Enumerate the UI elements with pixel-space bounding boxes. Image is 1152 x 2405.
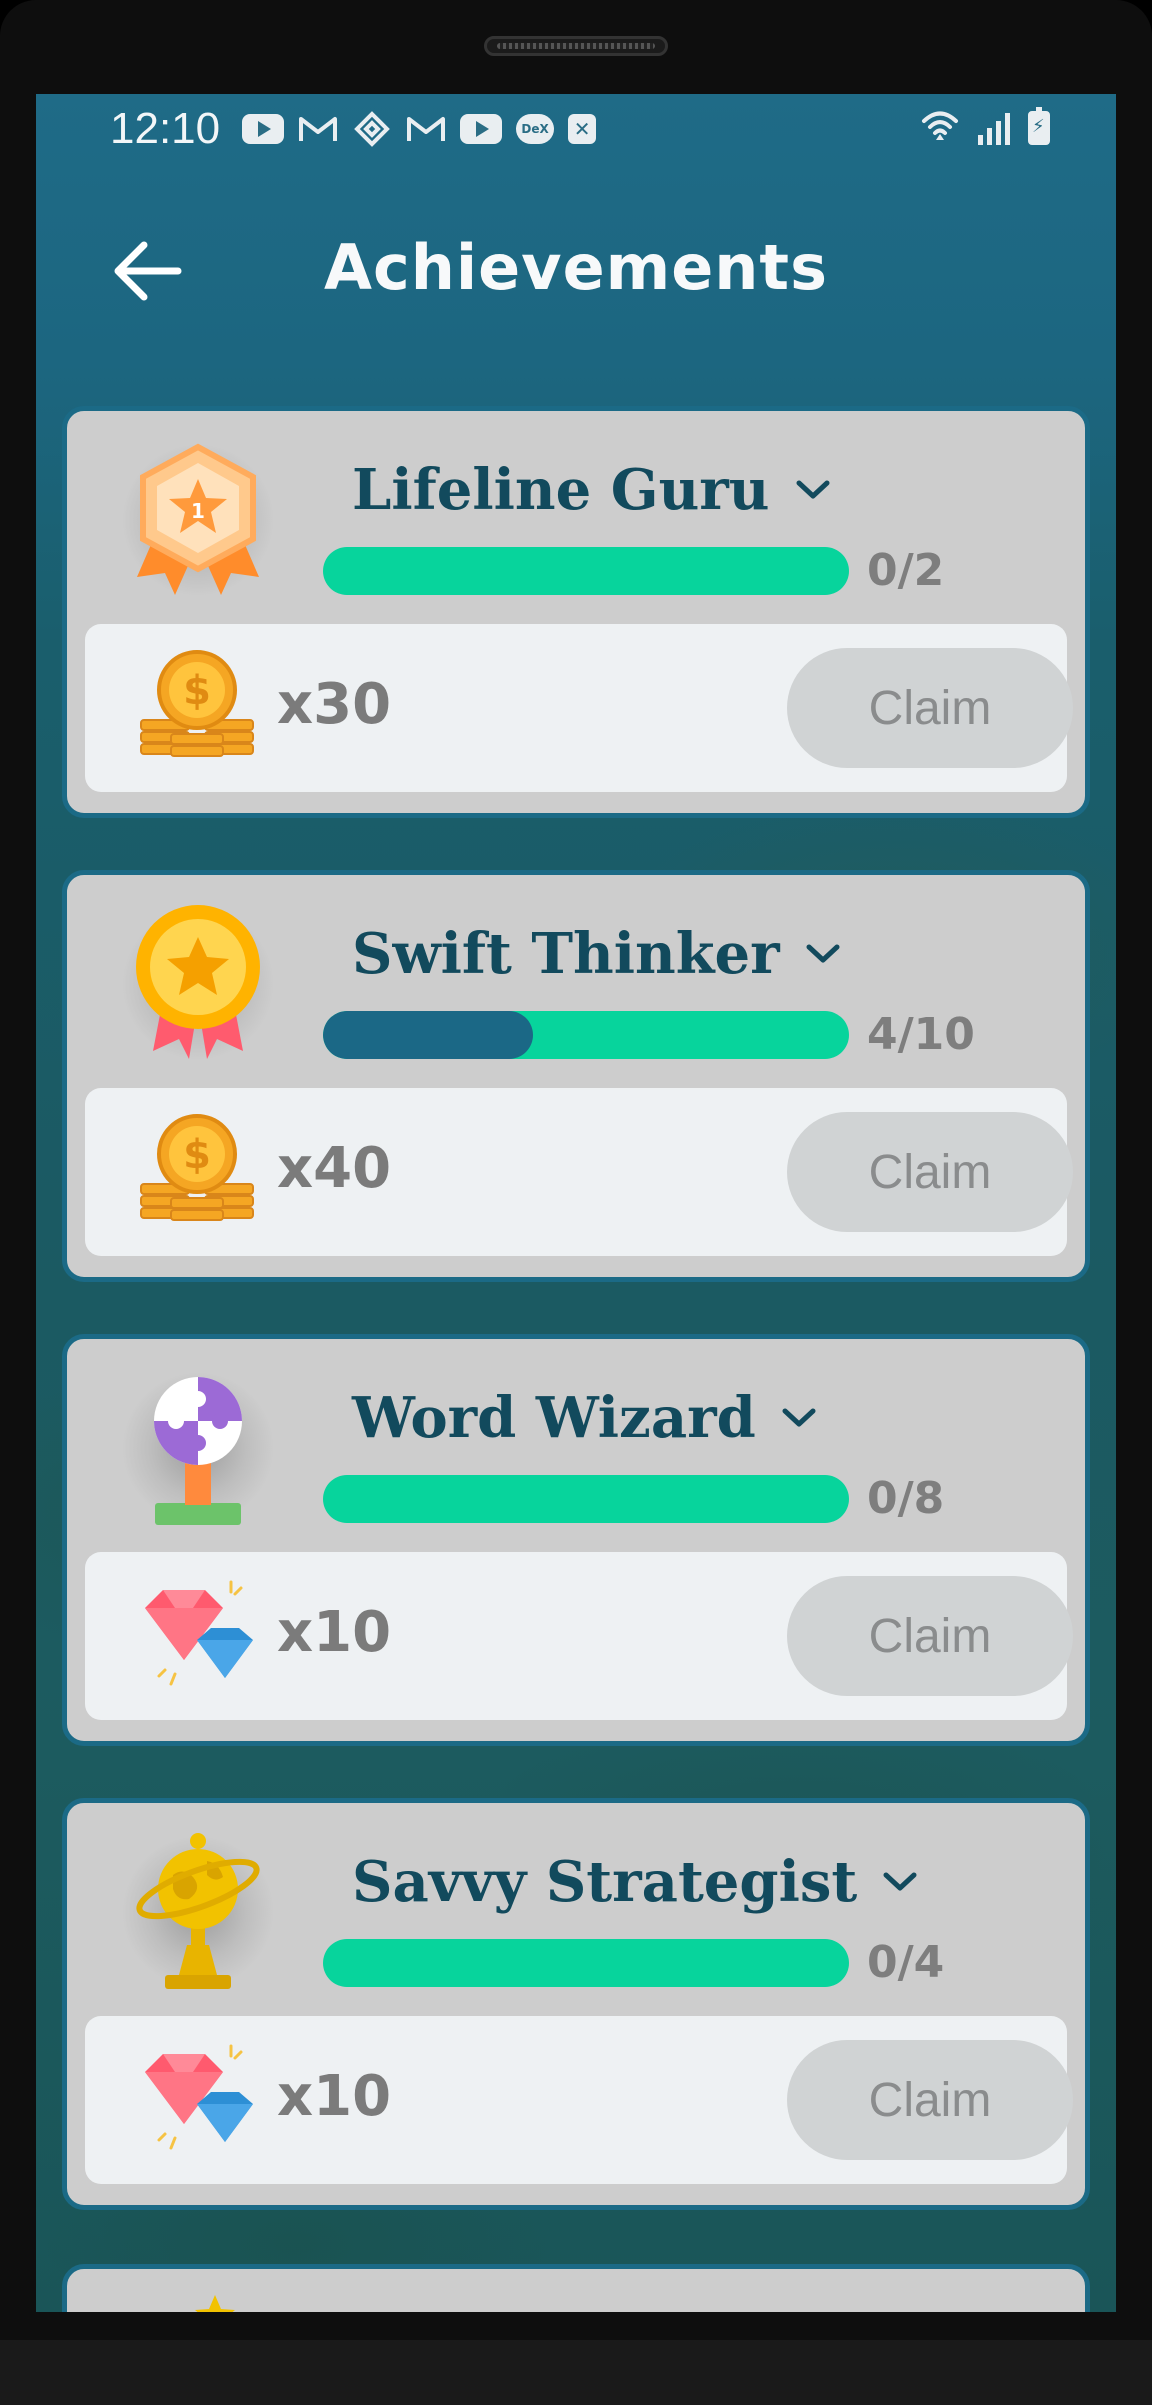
dex-icon: DeX xyxy=(516,114,555,144)
claim-button[interactable]: Claim xyxy=(787,1112,1073,1232)
achievement-name[interactable]: Lifeline Guru xyxy=(352,457,830,523)
achievement-card xyxy=(62,2264,1090,2312)
achievement-card: 1 Lifeline Guru 0/2 $ x30 Claim xyxy=(62,406,1090,818)
puzzle-trophy-icon xyxy=(123,1363,273,1533)
progress-text: 0/8 xyxy=(867,1473,945,1524)
status-bar: 12:10 DeX ✕ xyxy=(36,94,1116,164)
achievement-header: Savvy Strategist 0/4 xyxy=(67,1803,1085,2018)
claim-button[interactable]: Claim xyxy=(787,1576,1073,1696)
gold-medal-icon xyxy=(123,899,273,1069)
svg-text:$: $ xyxy=(183,668,211,714)
battery-icon xyxy=(1028,107,1050,145)
wifi-icon xyxy=(920,106,960,150)
page-title: Achievements xyxy=(324,231,828,304)
chevron-down-icon xyxy=(806,944,840,963)
achievement-title: Savvy Strategist xyxy=(352,1849,858,1915)
star-icon xyxy=(195,2295,235,2312)
coins-icon: $ xyxy=(135,646,259,770)
achievement-title: Lifeline Guru xyxy=(352,457,770,523)
achievement-name[interactable]: Word Wizard xyxy=(352,1385,816,1451)
header: Achievements xyxy=(36,209,1116,329)
reward-panel: x10 Claim xyxy=(85,2016,1073,2184)
reward-amount: x10 xyxy=(277,1600,392,1665)
achievement-header: 1 Lifeline Guru 0/2 xyxy=(67,411,1085,626)
youtube-icon xyxy=(460,114,503,144)
speaker-grille xyxy=(484,36,668,56)
achievement-card: Swift Thinker 4/10 $ x40 Claim xyxy=(62,870,1090,1282)
progress-bar xyxy=(323,547,849,595)
progress-text: 4/10 xyxy=(867,1009,975,1060)
achievement-header: Swift Thinker 4/10 xyxy=(67,875,1085,1090)
achievement-title: Swift Thinker xyxy=(352,921,780,987)
gems-icon xyxy=(135,1574,259,1698)
signal-icon xyxy=(978,111,1010,145)
reward-panel: x10 Claim xyxy=(85,1552,1073,1720)
notification-icons: DeX ✕ xyxy=(242,111,597,147)
reward-amount: x40 xyxy=(277,1136,392,1201)
claim-button[interactable]: Claim xyxy=(787,648,1073,768)
binance-icon xyxy=(352,111,392,147)
chevron-down-icon xyxy=(883,1872,917,1891)
status-time: 12:10 xyxy=(110,104,221,153)
claim-button[interactable]: Claim xyxy=(787,2040,1073,2160)
bottom-bezel xyxy=(0,2340,1152,2405)
reward-amount: x30 xyxy=(277,672,392,737)
system-icons xyxy=(920,106,1050,150)
coins-icon: $ xyxy=(135,1110,259,1234)
achievement-title: Word Wizard xyxy=(352,1385,756,1451)
achievement-header: Word Wizard 0/8 xyxy=(67,1339,1085,1554)
star-shield-badge-icon: 1 xyxy=(123,435,273,605)
progress-fill xyxy=(323,1011,534,1059)
progress-bar xyxy=(323,1011,849,1059)
reward-panel: $ x40 Claim xyxy=(85,1088,1073,1256)
progress-bar xyxy=(323,1475,849,1523)
svg-text:$: $ xyxy=(183,1132,211,1178)
chevron-down-icon xyxy=(796,480,830,499)
app-screen: 12:10 DeX ✕ ⚡ Achievements 1 Lifeline Gu… xyxy=(36,94,1116,2312)
achievement-name[interactable]: Savvy Strategist xyxy=(352,1849,917,1915)
progress-bar xyxy=(323,1939,849,1987)
progress-text: 0/2 xyxy=(867,545,945,596)
progress-text: 0/4 xyxy=(867,1937,945,1988)
globe-trophy-icon xyxy=(123,1827,273,1997)
reward-panel: $ x30 Claim xyxy=(85,624,1073,792)
reward-amount: x10 xyxy=(277,2064,392,2129)
chevron-down-icon xyxy=(782,1408,816,1427)
xbox-icon: ✕ xyxy=(568,114,597,144)
gmail-icon xyxy=(298,114,338,144)
achievement-card: Savvy Strategist 0/4 x10 Claim xyxy=(62,1798,1090,2210)
youtube-icon xyxy=(242,114,285,144)
gems-icon xyxy=(135,2038,259,2162)
svg-text:1: 1 xyxy=(191,499,205,523)
achievement-name[interactable]: Swift Thinker xyxy=(352,921,840,987)
gmail-icon xyxy=(406,114,446,144)
achievement-card: Word Wizard 0/8 x10 Claim xyxy=(62,1334,1090,1746)
phone-frame: 12:10 DeX ✕ ⚡ Achievements 1 Lifeline Gu… xyxy=(0,0,1152,2405)
